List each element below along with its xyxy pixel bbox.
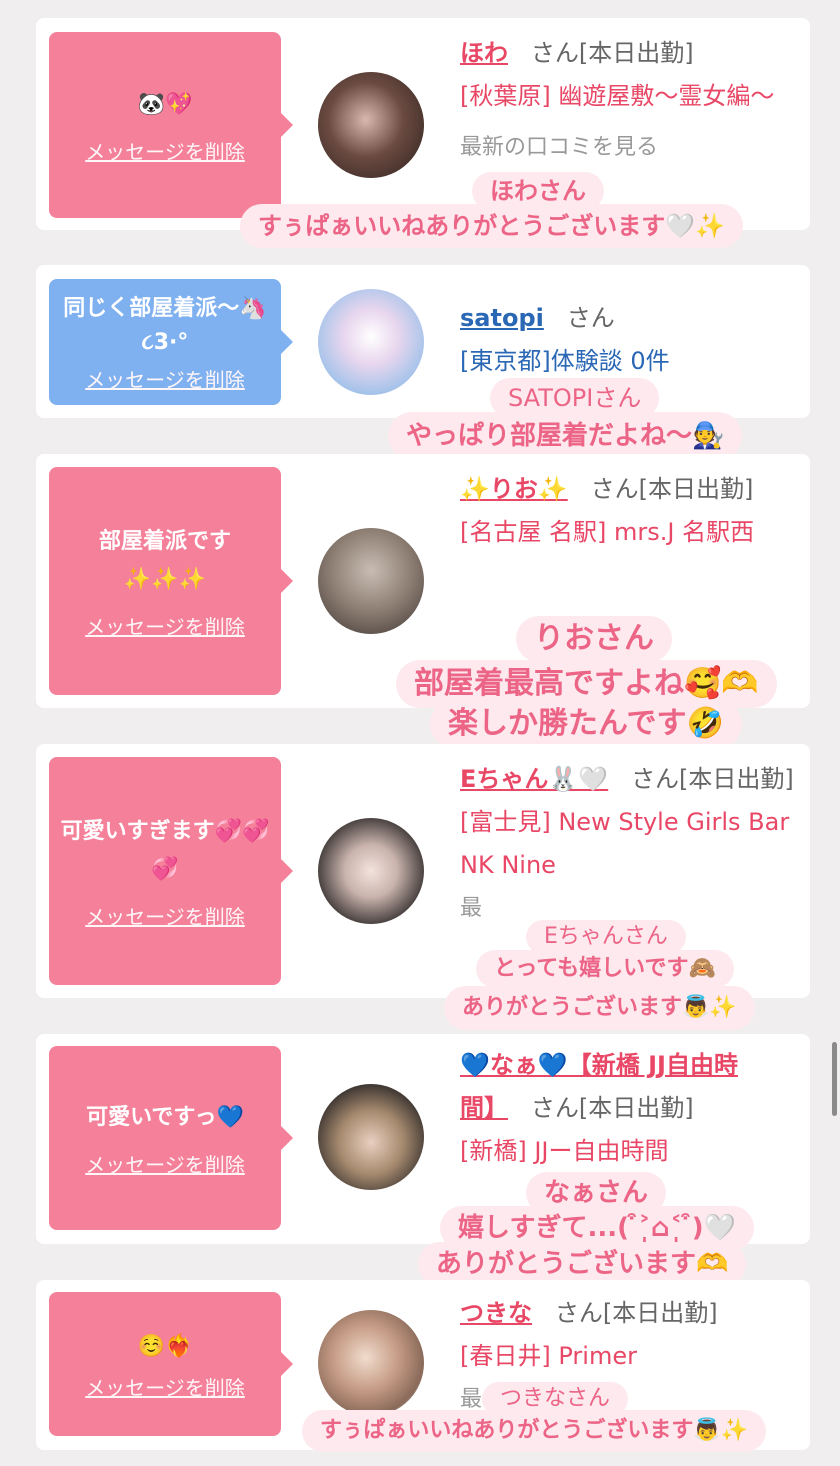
honorific: さん[本日出勤]: [554, 1299, 718, 1327]
message-text: ☺️❤️‍🔥: [137, 1333, 193, 1359]
message-box: 🐼💖 メッセージを削除: [49, 32, 293, 218]
overlay-caption: やっぱり部屋着だよね〜🧑‍🔧: [388, 412, 743, 460]
shop-link[interactable]: [東京都]体験談 0件: [460, 340, 800, 383]
profile-info: Eちゃん🐰🤍 さん[本日出勤] [富士見] New Style Girls Ba…: [460, 758, 800, 930]
user-name-link[interactable]: Eちゃん🐰🤍: [460, 765, 608, 793]
overlay-caption: すぅぱぁいいねありがとうございます👼✨: [302, 1410, 767, 1452]
message-box: ☺️❤️‍🔥 メッセージを削除: [49, 1292, 293, 1436]
avatar[interactable]: [318, 289, 424, 395]
delete-message-link[interactable]: メッセージを削除: [85, 1149, 245, 1178]
overlay-caption: りおさん: [516, 616, 672, 662]
user-name-link[interactable]: satopi: [460, 304, 544, 332]
shop-link[interactable]: [春日井] Primer: [460, 1335, 800, 1378]
profile-info: satopi さん [東京都]体験談 0件: [460, 297, 800, 383]
avatar[interactable]: [318, 1310, 424, 1416]
message-text: 可愛いすぎます💞💞💞: [60, 818, 270, 882]
overlay-caption: 楽しか勝たんです🤣: [430, 700, 742, 748]
message-text: 可愛いですっ💙: [86, 1104, 244, 1130]
message-text: 部屋着派です✨✨✨: [98, 528, 231, 592]
scrollbar-thumb[interactable]: [832, 1042, 837, 1116]
profile-info: ✨りお✨ さん[本日出勤] [名古屋 名駅] mrs.J 名駅西: [460, 468, 800, 554]
overlay-caption: Eちゃんさん: [526, 920, 686, 954]
overlay-caption: すぅぱぁいいねありがとうございます🤍✨: [240, 204, 744, 248]
message-box: 可愛いですっ💙 メッセージを削除: [49, 1046, 293, 1230]
overlay-caption: ありがとうございます👼✨: [444, 986, 755, 1030]
like-card: 🐼💖 メッセージを削除 ほわ さん[本日出勤] [秋葉原] 幽遊屋敷〜霊女編〜 …: [36, 18, 810, 230]
delete-message-link[interactable]: メッセージを削除: [85, 901, 245, 930]
like-card: 同じく部屋着派〜🦄૮3·° メッセージを削除 satopi さん [東京都]体験…: [36, 265, 810, 418]
honorific: さん[本日出勤]: [530, 1094, 694, 1122]
honorific: さん[本日出勤]: [530, 39, 694, 67]
message-box: 部屋着派です✨✨✨ メッセージを削除: [49, 467, 293, 695]
message-box: 同じく部屋着派〜🦄૮3·° メッセージを削除: [49, 279, 293, 405]
profile-info: ほわ さん[本日出勤] [秋葉原] 幽遊屋敷〜霊女編〜 最新の口コミを見る: [460, 32, 800, 169]
honorific: さん: [566, 304, 615, 332]
shop-link[interactable]: [秋葉原] 幽遊屋敷〜霊女編〜: [460, 75, 800, 118]
message-text: 🐼💖: [137, 91, 193, 117]
message-box: 可愛いすぎます💞💞💞 メッセージを削除: [49, 757, 293, 985]
avatar[interactable]: [318, 1084, 424, 1190]
avatar[interactable]: [318, 818, 424, 924]
shop-link[interactable]: [名古屋 名駅] mrs.J 名駅西: [460, 511, 800, 554]
user-name-link[interactable]: ✨りお✨: [460, 475, 568, 503]
overlay-caption: とっても嬉しいです🙈: [476, 950, 734, 988]
shop-link[interactable]: [新橋] JJー自由時間: [460, 1130, 800, 1173]
delete-message-link[interactable]: メッセージを削除: [85, 136, 245, 165]
avatar[interactable]: [318, 528, 424, 634]
delete-message-link[interactable]: メッセージを削除: [85, 1372, 245, 1401]
profile-info: 💙なぁ💙【新橋 JJ自由時間】 さん[本日出勤] [新橋] JJー自由時間: [460, 1044, 800, 1173]
user-name-link[interactable]: つきな: [460, 1299, 532, 1327]
more-link[interactable]: 最新の口コミを見る: [460, 126, 800, 169]
delete-message-link[interactable]: メッセージを削除: [85, 364, 245, 393]
message-text: 同じく部屋着派〜🦄૮3·°: [63, 295, 267, 355]
shop-link[interactable]: [富士見] New Style Girls Bar NK Nine: [460, 801, 800, 887]
user-name-link[interactable]: ほわ: [460, 39, 508, 67]
honorific: さん[本日出勤]: [631, 765, 794, 793]
delete-message-link[interactable]: メッセージを削除: [85, 611, 245, 640]
avatar[interactable]: [318, 72, 424, 178]
honorific: さん[本日出勤]: [590, 475, 754, 503]
